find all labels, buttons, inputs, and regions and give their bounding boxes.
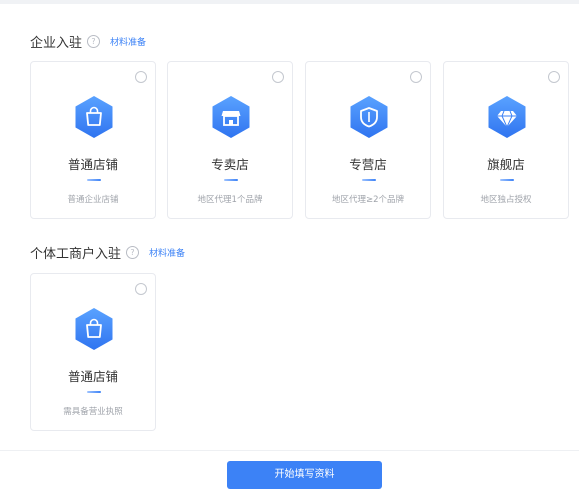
radio-button[interactable] (135, 71, 147, 83)
card-individual-standard-store[interactable]: 普通店铺 需具备营业执照 (30, 273, 156, 431)
card-description: 地区独占授权 (480, 195, 532, 205)
individual-section-header: 个体工商户入驻 ? 材料准备 (30, 243, 185, 262)
card-description: 地区代理1个品牌 (197, 195, 263, 205)
radio-button[interactable] (272, 71, 284, 83)
card-enterprise-flagship-store[interactable]: 旗舰店 地区独占授权 (443, 61, 569, 219)
radio-button[interactable] (548, 71, 560, 83)
card-title: 专营店 (349, 157, 387, 172)
individual-material-prep-link[interactable]: 材料准备 (149, 246, 185, 259)
top-divider (0, 0, 579, 4)
enterprise-section-header: 企业入驻 ? 材料准备 (30, 32, 146, 51)
accent-dash (87, 391, 101, 393)
accent-dash (500, 179, 514, 181)
shield-icon (350, 96, 388, 138)
footer-divider (0, 450, 579, 451)
accent-dash (87, 179, 101, 181)
card-description: 普通企业店铺 (67, 195, 119, 205)
accent-dash (224, 179, 238, 181)
radio-button[interactable] (410, 71, 422, 83)
store-icon (212, 96, 250, 138)
individual-section-title: 个体工商户入驻 (30, 246, 122, 262)
card-title: 旗舰店 (487, 157, 525, 172)
help-icon[interactable]: ? (87, 34, 101, 48)
accent-dash (362, 179, 376, 181)
enterprise-section-title: 企业入驻 (30, 35, 83, 51)
card-title: 专卖店 (211, 157, 249, 172)
help-icon[interactable]: ? (126, 245, 140, 259)
diamond-icon (488, 96, 526, 138)
card-description: 地区代理≥2个品牌 (331, 195, 405, 205)
shopping-bag-icon (75, 308, 113, 350)
radio-button[interactable] (135, 283, 147, 295)
card-enterprise-standard-store[interactable]: 普通店铺 普通企业店铺 (30, 61, 156, 219)
start-filling-button[interactable]: 开始填写资料 (227, 461, 382, 489)
card-title: 普通店铺 (67, 157, 118, 172)
card-description: 需具备营业执照 (63, 407, 123, 417)
card-enterprise-exclusive-store[interactable]: 专卖店 地区代理1个品牌 (167, 61, 293, 219)
card-enterprise-franchise-store[interactable]: 专营店 地区代理≥2个品牌 (305, 61, 431, 219)
shopping-bag-icon (75, 96, 113, 138)
card-title: 普通店铺 (67, 369, 118, 384)
enterprise-material-prep-link[interactable]: 材料准备 (110, 35, 146, 48)
